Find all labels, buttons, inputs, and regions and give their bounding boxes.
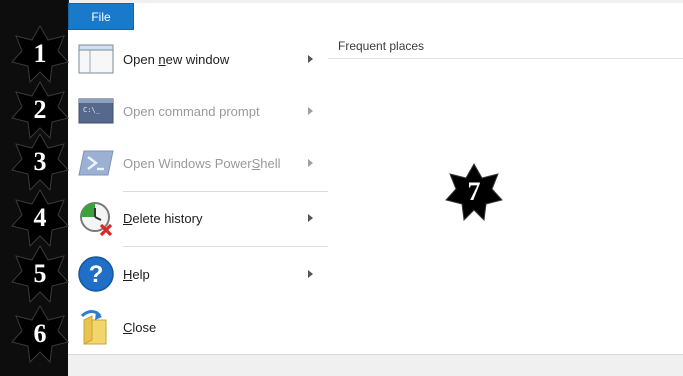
menu-item-open-new-window[interactable]: Open new window [68, 36, 328, 82]
annotation-badge: 2 [10, 80, 70, 140]
help-icon: ? [76, 254, 116, 294]
submenu-arrow-icon [308, 159, 313, 167]
powershell-icon [76, 143, 116, 183]
delete-history-icon [76, 198, 116, 238]
menu-item-label: Open Windows PowerShell [123, 155, 281, 171]
menu-item-open-powershell[interactable]: Open Windows PowerShell [68, 140, 328, 186]
annotation-badge: 5 [10, 244, 70, 304]
annotation-badge: 4 [10, 188, 70, 248]
status-bar [68, 354, 683, 376]
annotation-badge: 3 [10, 132, 70, 192]
file-tab[interactable]: File [68, 3, 134, 30]
menu-item-label: Open new window [123, 51, 230, 67]
menu-item-label: Delete history [123, 210, 203, 226]
menu-item-close[interactable]: Close [68, 304, 328, 350]
submenu-arrow-icon [308, 55, 313, 63]
menu-item-delete-history[interactable]: Delete history [68, 195, 328, 241]
menu-item-label: Open command prompt [123, 103, 260, 119]
svg-text:?: ? [89, 261, 104, 288]
close-folder-icon [76, 307, 116, 347]
frequent-places-header: Frequent places [338, 39, 425, 53]
ribbon-bar [134, 3, 683, 31]
submenu-arrow-icon [308, 270, 313, 278]
menu-item-help[interactable]: ? Help [68, 251, 328, 297]
frequent-places-panel: Frequent places [328, 30, 683, 354]
window-icon [76, 39, 116, 79]
submenu-arrow-icon [308, 107, 313, 115]
annotation-badge: 7 [444, 162, 504, 222]
annotation-badge: 6 [10, 304, 70, 364]
menu-item-label: Help [123, 266, 150, 282]
file-menu-panel: Open new window C:\_ Open command prompt… [68, 30, 329, 354]
svg-text:C:\_: C:\_ [83, 106, 101, 114]
submenu-arrow-icon [308, 214, 313, 222]
menu-separator [123, 246, 328, 247]
menu-separator [123, 191, 328, 192]
annotation-badge: 1 [10, 24, 70, 84]
menu-item-open-command-prompt[interactable]: C:\_ Open command prompt [68, 88, 328, 134]
command-prompt-icon: C:\_ [76, 91, 116, 131]
places-divider [328, 58, 683, 59]
menu-item-label: Close [123, 319, 157, 335]
